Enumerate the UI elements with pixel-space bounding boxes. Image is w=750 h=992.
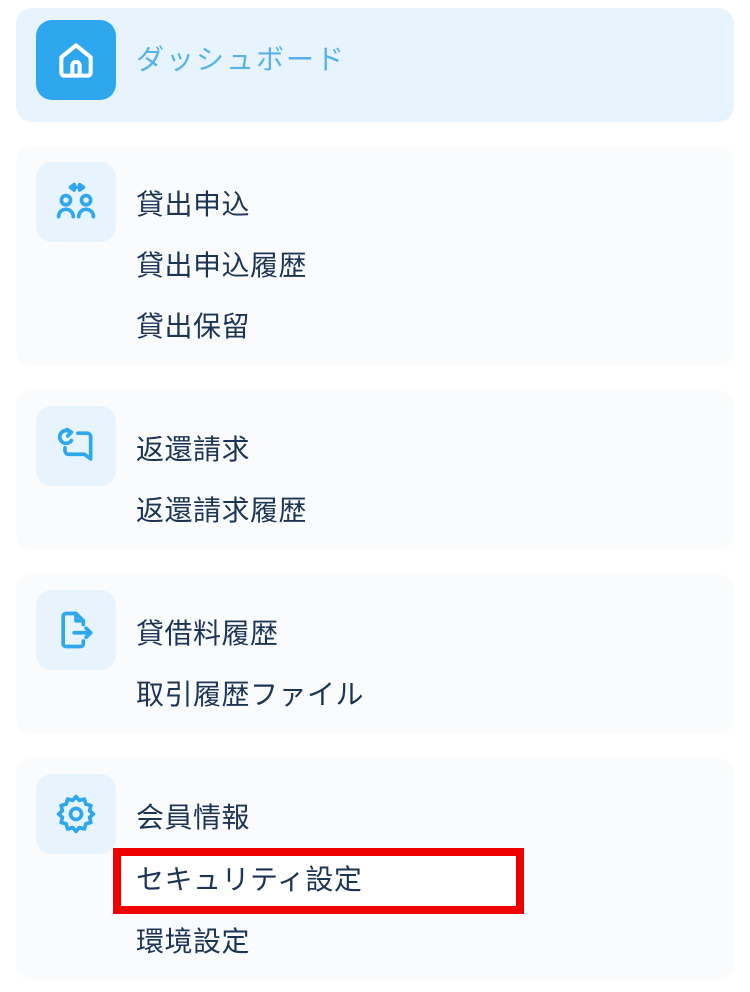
- gear-icon: [36, 774, 116, 854]
- menu-group-return: 返還請求 返還請求履歴: [16, 390, 734, 550]
- menu-group-fee: 貸借料履歴 取引履歴ファイル: [16, 574, 734, 734]
- return-request-icon: [36, 406, 116, 486]
- side-menu: ダッシュボード 貸出申込 貸出申込履歴 貸出保留 返還請求 返還請求履歴 貸借料…: [0, 0, 750, 992]
- menu-item-loan-apply[interactable]: 貸出申込: [136, 185, 250, 225]
- menu-item-dashboard[interactable]: ダッシュボード: [16, 8, 734, 122]
- menu-group-settings: 会員情報 セキュリティ設定 環境設定: [16, 758, 734, 980]
- menu-group-loan: 貸出申込 貸出申込履歴 貸出保留: [16, 146, 734, 366]
- menu-item-loan-history[interactable]: 貸出申込履歴: [136, 246, 307, 286]
- people-exchange-icon: [36, 162, 116, 242]
- menu-item-loan-hold[interactable]: 貸出保留: [136, 307, 250, 347]
- dashboard-label: ダッシュボード: [136, 43, 347, 76]
- menu-item-return-request[interactable]: 返還請求: [136, 430, 250, 470]
- menu-item-security-settings[interactable]: セキュリティ設定: [136, 860, 362, 900]
- file-export-icon: [36, 590, 116, 670]
- menu-item-return-history[interactable]: 返還請求履歴: [136, 491, 307, 531]
- menu-item-member-info[interactable]: 会員情報: [136, 798, 250, 838]
- home-icon: [36, 20, 116, 100]
- menu-item-fee-history[interactable]: 貸借料履歴: [136, 614, 279, 654]
- menu-item-environment-settings[interactable]: 環境設定: [136, 922, 250, 962]
- menu-item-transaction-file[interactable]: 取引履歴ファイル: [136, 675, 364, 715]
